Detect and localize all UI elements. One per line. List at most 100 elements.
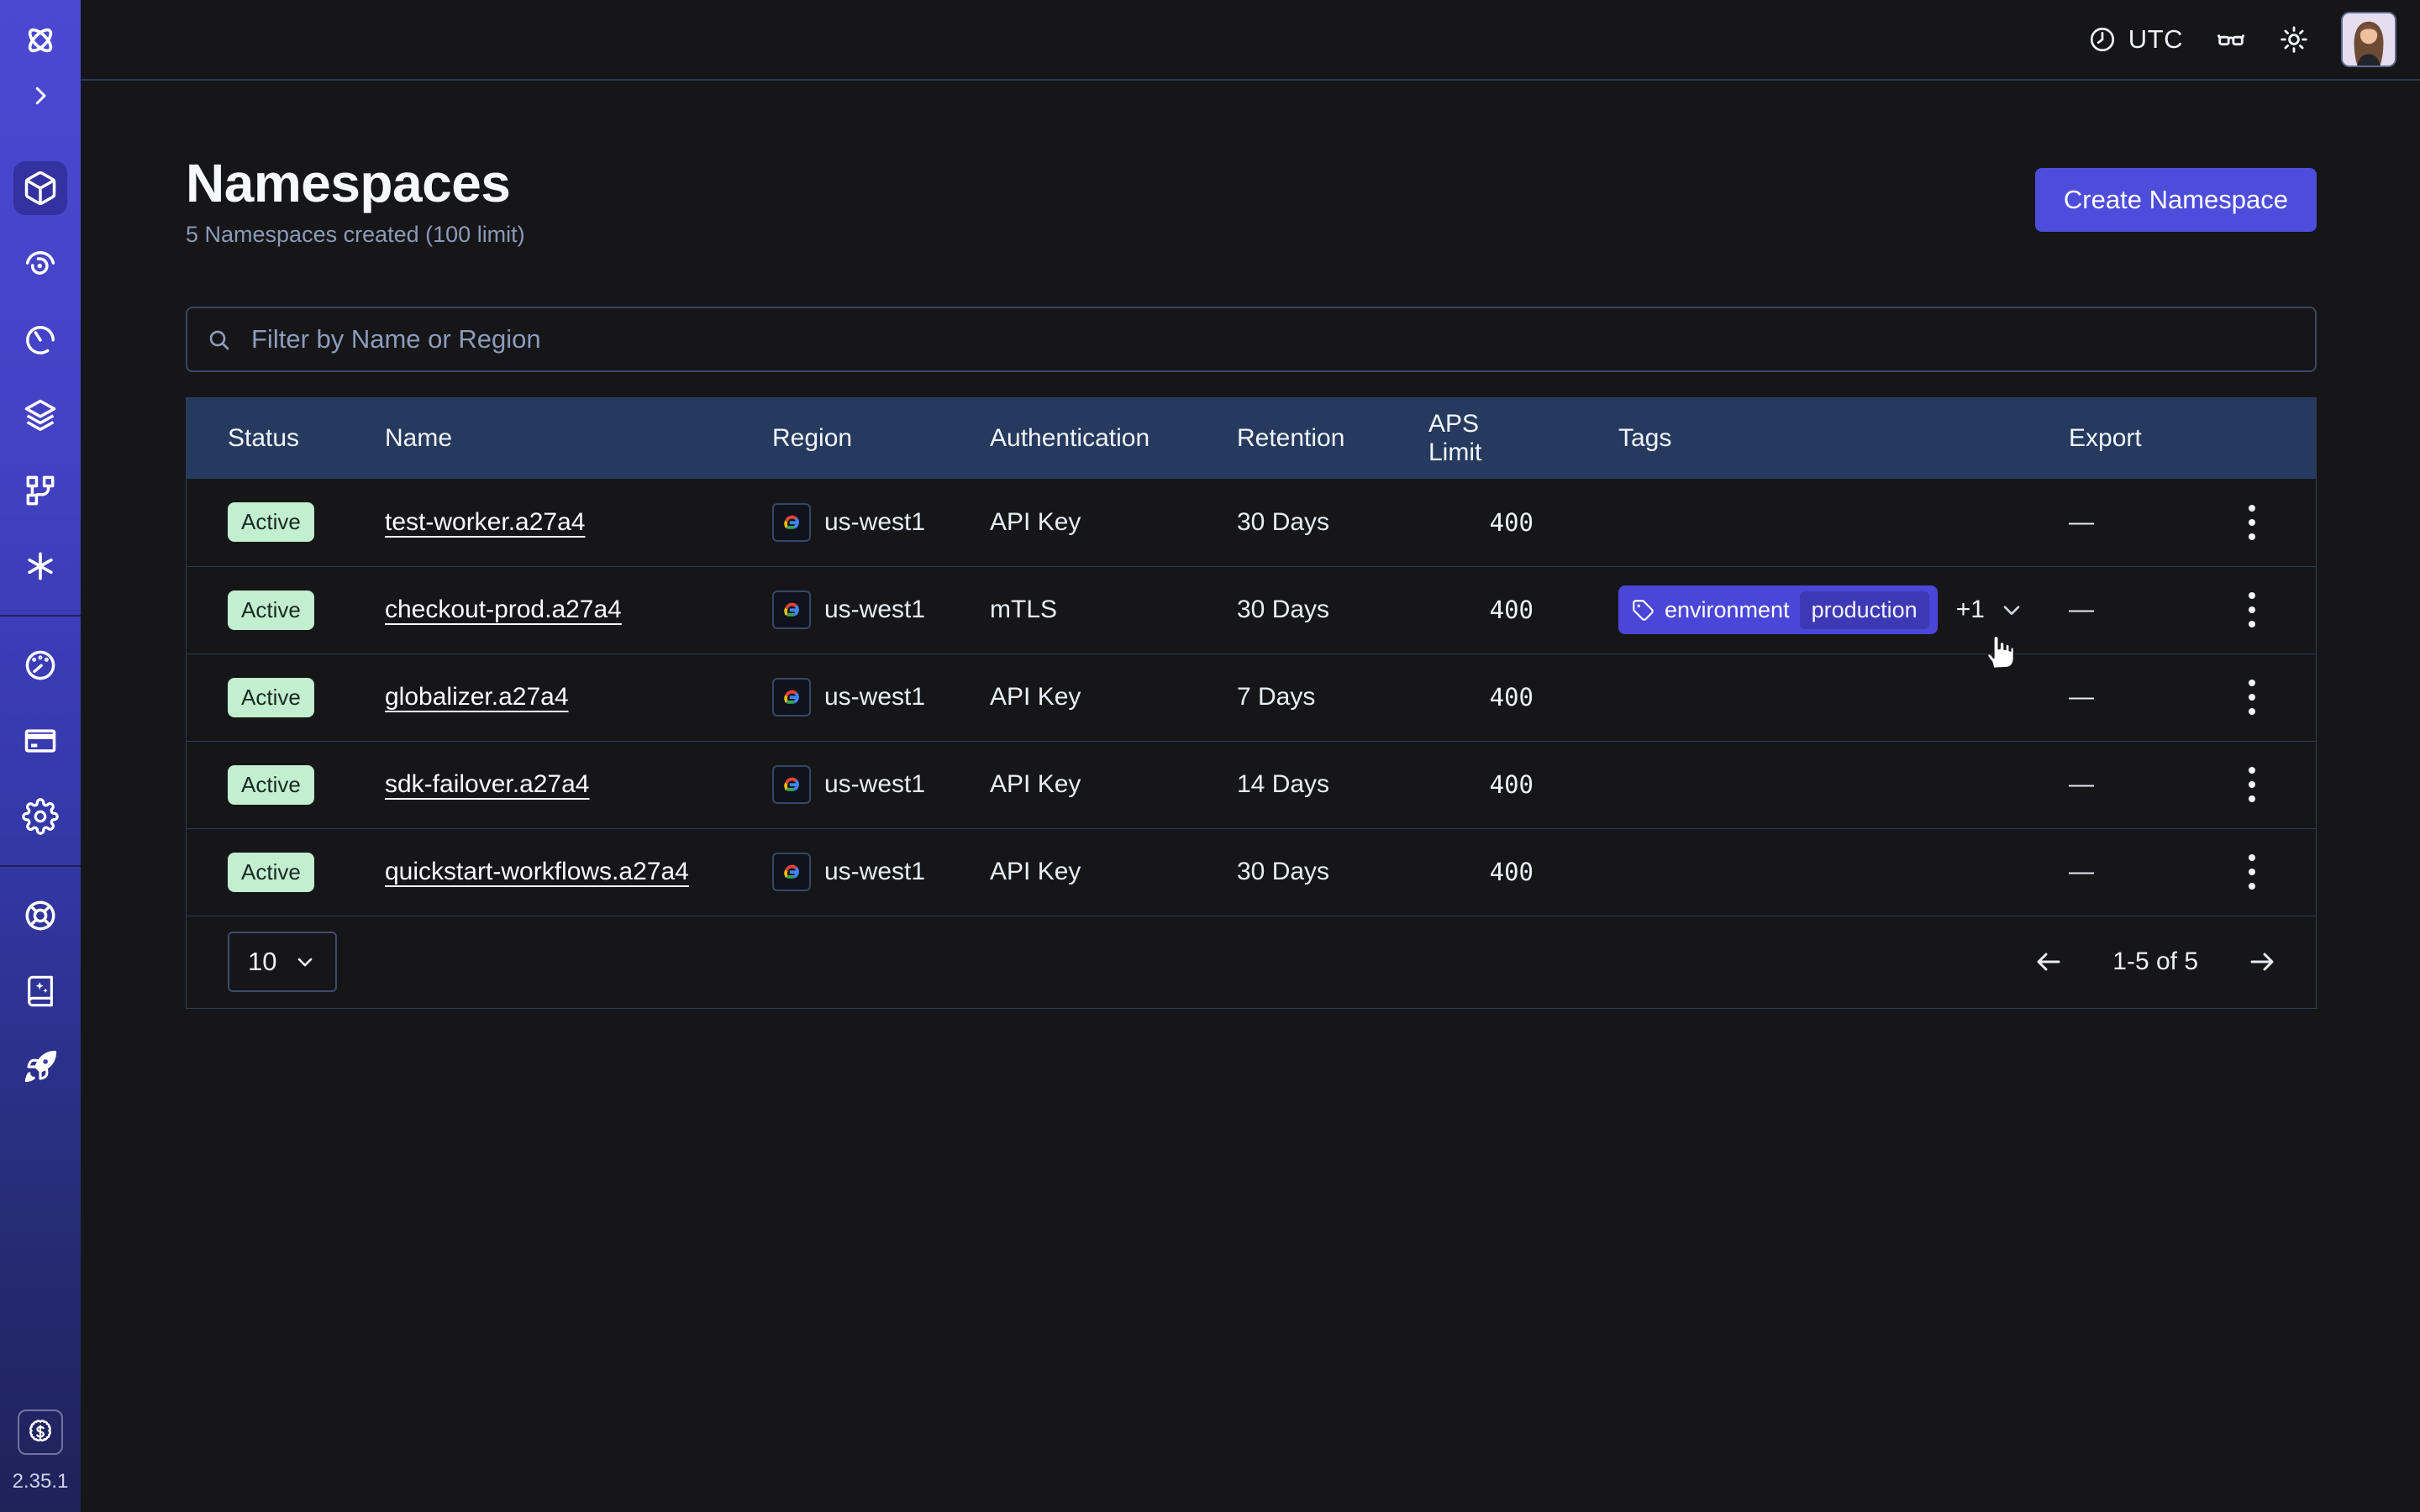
pagination-bar: 10 1-5 of 5 (187, 916, 2316, 1008)
table-row: Active test-worker.a27a4 us-west1 API Ke… (187, 479, 2316, 566)
sidebar-item-docs[interactable] (13, 964, 67, 1018)
table-header-row: Status Name Region Authentication Retent… (187, 398, 2316, 479)
export-value: — (2069, 596, 2186, 624)
col-header-region: Region (772, 424, 990, 453)
create-namespace-button[interactable]: Create Namespace (2035, 168, 2317, 232)
col-header-tags: Tags (1534, 424, 2069, 453)
filter-input[interactable] (186, 307, 2317, 372)
gcp-cloud-icon (772, 765, 811, 804)
status-badge: Active (228, 678, 314, 717)
sidebar-item-usage-timer[interactable] (13, 312, 67, 366)
namespace-link[interactable]: quickstart-workflows.a27a4 (385, 858, 689, 885)
main-content: Namespaces 5 Namespaces created (100 lim… (81, 81, 2420, 1512)
sidebar-item-namespaces[interactable] (13, 161, 67, 215)
sidebar-divider (0, 865, 81, 867)
settings-gear-icon (22, 798, 59, 835)
namespace-link[interactable]: test-worker.a27a4 (385, 508, 585, 536)
table-row: Active checkout-prod.a27a4 us-west1 mTLS… (187, 566, 2316, 654)
status-badge: Active (228, 853, 314, 892)
export-value: — (2069, 858, 2186, 886)
namespaces-table: Status Name Region Authentication Retent… (186, 397, 2317, 1009)
sidebar-item-observability[interactable] (13, 237, 67, 291)
page-title: Namespaces (186, 153, 525, 215)
namespace-link[interactable]: sdk-failover.a27a4 (385, 770, 590, 798)
row-menu-kebab[interactable] (2238, 495, 2265, 550)
retention-value: 30 Days (1237, 858, 1428, 886)
auth-value: API Key (990, 770, 1237, 799)
theme-sun-button[interactable] (2279, 24, 2309, 55)
retention-value: 30 Days (1237, 596, 1428, 624)
temporal-logo[interactable] (22, 22, 59, 59)
sidebar-item-settings[interactable] (13, 790, 67, 843)
nexus-branch-icon (22, 472, 59, 509)
col-header-auth: Authentication (990, 424, 1237, 453)
namespaces-cube-icon (22, 170, 59, 207)
user-avatar[interactable] (2341, 12, 2396, 67)
row-menu-kebab[interactable] (2238, 757, 2265, 812)
support-lifering-icon (22, 897, 59, 934)
row-menu-kebab[interactable] (2238, 669, 2265, 725)
tags-group: environment production +1 (1618, 585, 2025, 634)
sidebar-item-deployments[interactable] (13, 388, 67, 442)
col-header-status: Status (228, 424, 385, 453)
gcp-cloud-icon (772, 853, 811, 891)
aps-limit-value: 400 (1428, 508, 1534, 537)
chevron-down-icon (293, 950, 317, 974)
page-size-select[interactable]: 10 (228, 932, 337, 992)
sidebar-item-usage[interactable] (13, 638, 67, 692)
sidebar-nav (0, 161, 81, 1094)
region-label: us-west1 (824, 596, 925, 624)
row-menu-kebab[interactable] (2238, 844, 2265, 900)
tag-pill[interactable]: environment production (1618, 585, 1938, 634)
labs-glasses-button[interactable] (2215, 24, 2247, 55)
sidebar-item-nexus[interactable] (13, 464, 67, 517)
sidebar: 2.35.1 (0, 0, 81, 1512)
namespace-link[interactable]: checkout-prod.a27a4 (385, 596, 622, 623)
status-badge: Active (228, 591, 314, 630)
auth-value: API Key (990, 508, 1237, 537)
gcp-cloud-icon (772, 678, 811, 717)
col-header-name: Name (385, 424, 772, 453)
pricing-button[interactable] (18, 1410, 63, 1455)
sidebar-item-billing[interactable] (13, 714, 67, 768)
gcp-cloud-icon (772, 503, 811, 542)
pagination-range: 1-5 of 5 (2112, 948, 2198, 976)
region-label: us-west1 (824, 770, 925, 799)
prev-page-arrow[interactable] (2033, 947, 2064, 977)
status-badge: Active (228, 765, 314, 805)
page-size-value: 10 (248, 947, 276, 977)
export-value: — (2069, 770, 2186, 799)
col-header-retention: Retention (1237, 424, 1428, 453)
next-page-arrow[interactable] (2247, 947, 2277, 977)
export-value: — (2069, 683, 2186, 711)
timezone-button[interactable]: UTC (2088, 24, 2183, 55)
auth-value: API Key (990, 858, 1237, 886)
pricing-dollar-icon (26, 1418, 55, 1446)
auth-value: API Key (990, 683, 1237, 711)
tag-icon (1632, 599, 1655, 622)
page-subtitle: 5 Namespaces created (100 limit) (186, 222, 525, 248)
app-version: 2.35.1 (13, 1470, 69, 1494)
asterisk-icon (22, 548, 59, 585)
billing-card-icon (22, 722, 59, 759)
export-value: — (2069, 508, 2186, 537)
table-row: Active sdk-failover.a27a4 us-west1 API K… (187, 741, 2316, 828)
row-menu-kebab[interactable] (2238, 582, 2265, 638)
status-badge: Active (228, 502, 314, 542)
aps-limit-value: 400 (1428, 770, 1534, 799)
sidebar-expand-chevron-icon[interactable] (22, 77, 59, 114)
namespace-link[interactable]: globalizer.a27a4 (385, 683, 569, 711)
table-body: Active test-worker.a27a4 us-west1 API Ke… (187, 479, 2316, 916)
region-label: us-west1 (824, 508, 925, 537)
layers-icon (22, 396, 59, 433)
sidebar-item-integrations[interactable] (13, 539, 67, 593)
aps-limit-value: 400 (1428, 858, 1534, 886)
tag-key: environment (1665, 597, 1790, 623)
topbar: UTC (81, 0, 2420, 81)
sidebar-item-support[interactable] (13, 889, 67, 942)
tags-more-count[interactable]: +1 (1956, 596, 1985, 624)
timezone-label: UTC (2128, 24, 2183, 55)
sidebar-item-getting-started[interactable] (13, 1040, 67, 1094)
table-row: Active quickstart-workflows.a27a4 us-wes… (187, 828, 2316, 916)
tags-expand-chevron-icon[interactable] (1998, 596, 2025, 623)
